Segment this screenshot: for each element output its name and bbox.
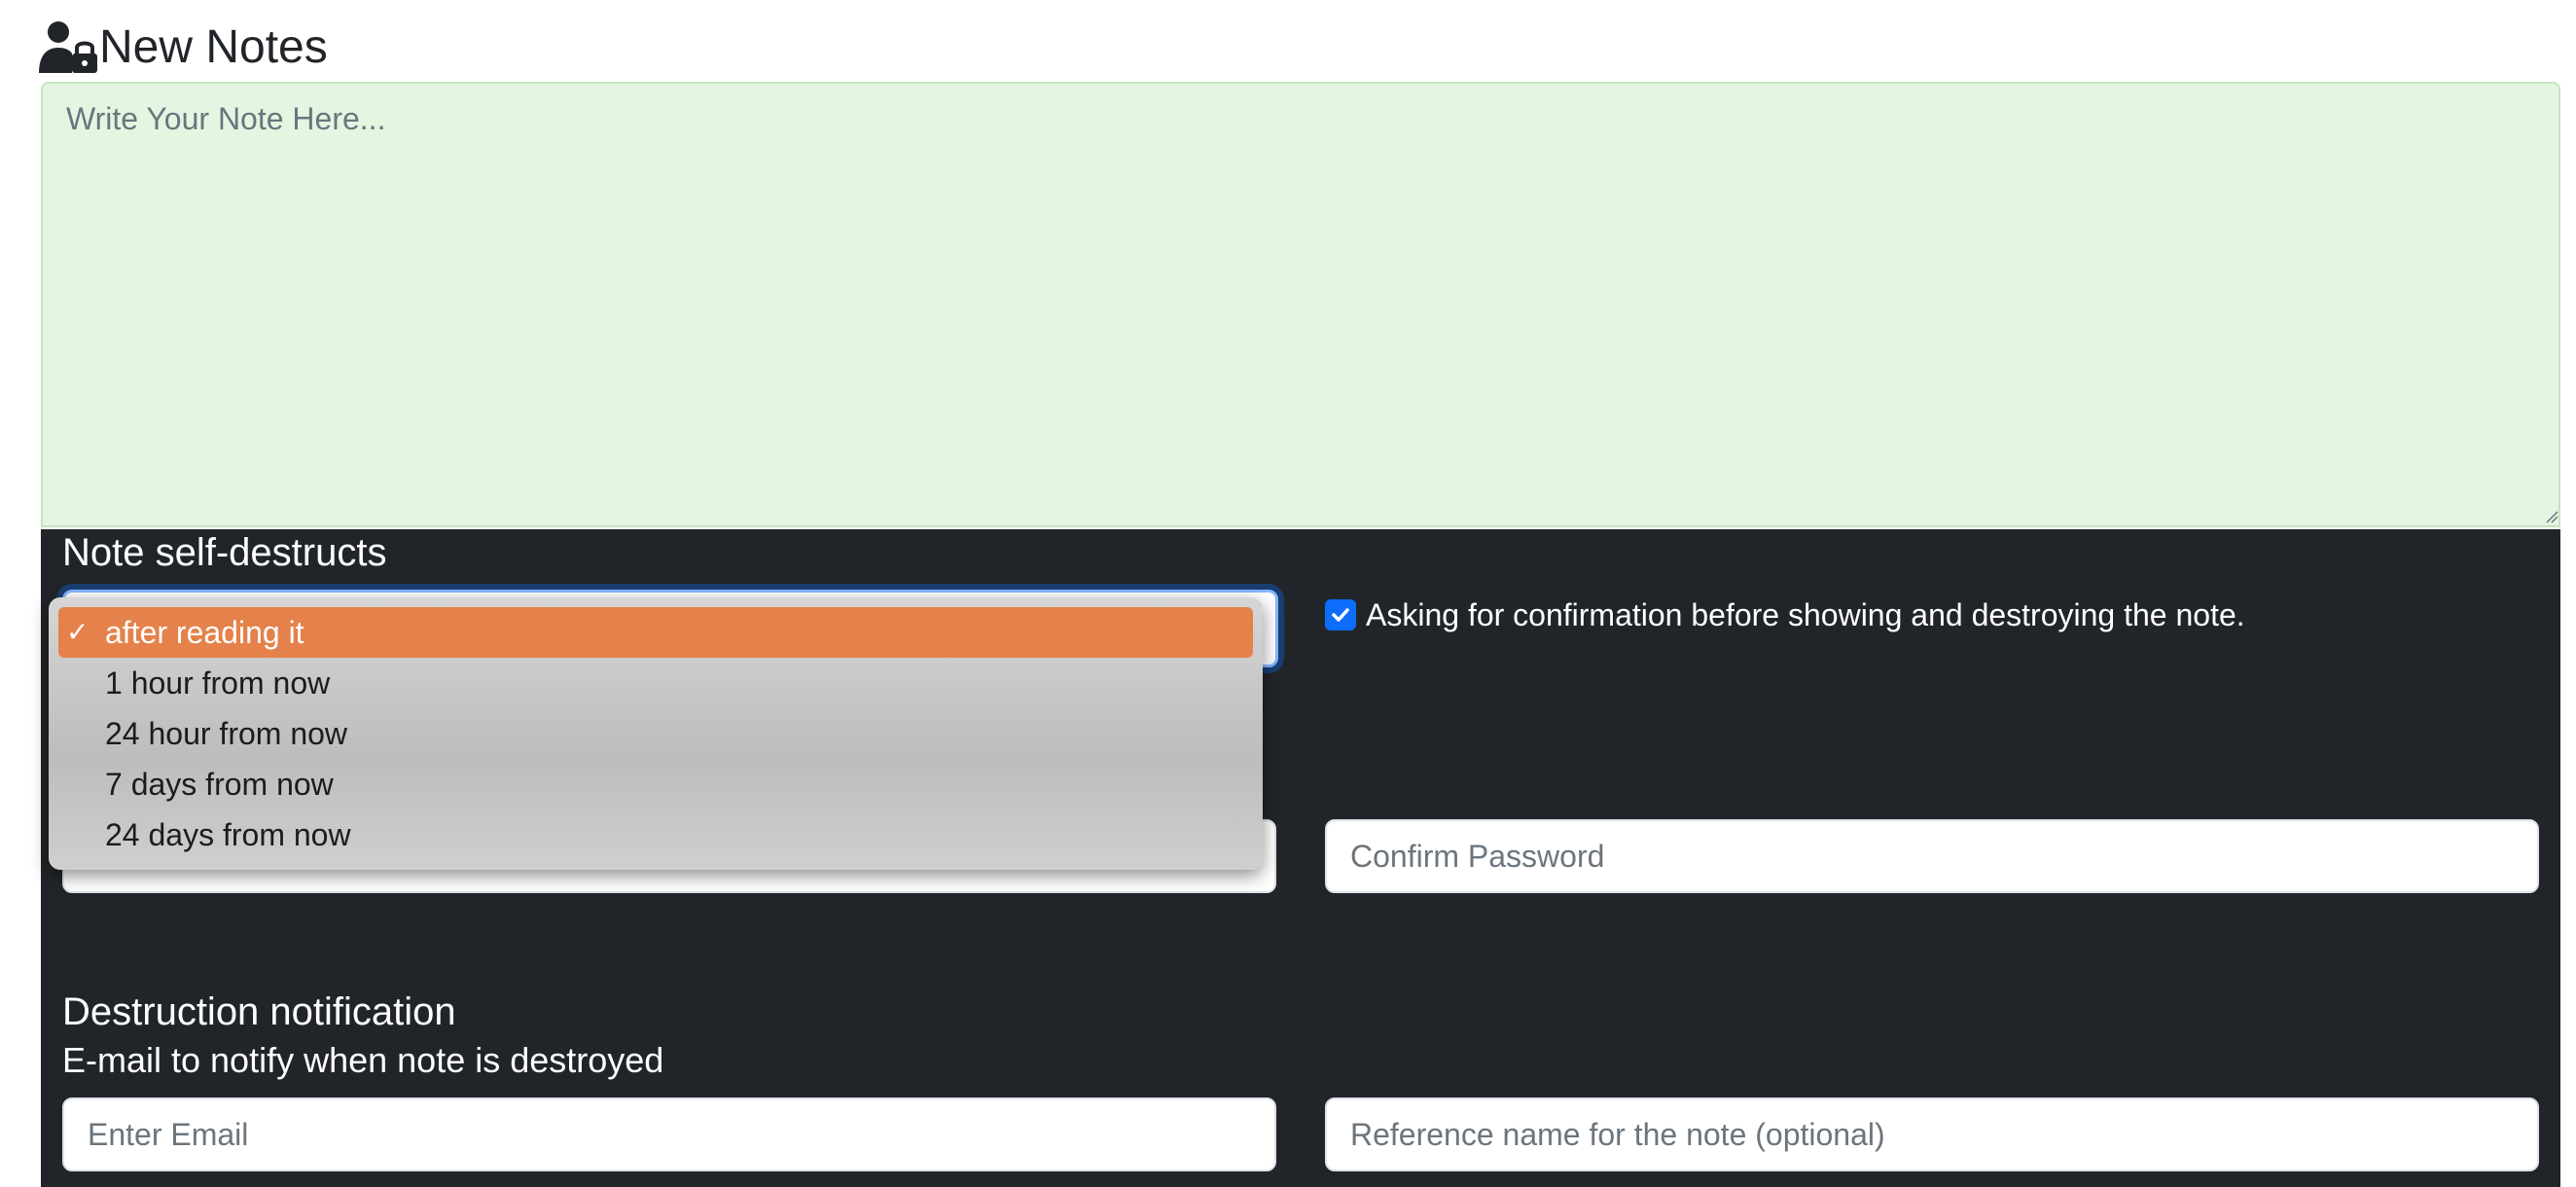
confirm-checkbox-row[interactable]: Asking for confirmation before showing a… xyxy=(1325,595,2245,634)
destruction-notification-heading: Destruction notification xyxy=(62,990,456,1033)
resize-grip-icon[interactable] xyxy=(2545,510,2558,523)
option-label: 24 hour from now xyxy=(105,716,348,751)
user-lock-icon xyxy=(39,20,99,75)
page-title: New Notes xyxy=(99,21,328,73)
checkmark-icon: ✓ xyxy=(66,617,89,647)
option-label: after reading it xyxy=(105,615,304,650)
dropdown-option-1-hour[interactable]: 1 hour from now xyxy=(58,658,1253,708)
confirm-checkbox[interactable] xyxy=(1325,599,1356,630)
note-textarea[interactable] xyxy=(41,82,2560,527)
notify-email-subheading: E-mail to notify when note is destroyed xyxy=(62,1040,664,1080)
option-label: 1 hour from now xyxy=(105,665,331,701)
dropdown-option-7-days[interactable]: 7 days from now xyxy=(58,759,1253,809)
option-label: 24 days from now xyxy=(105,817,351,852)
check-icon xyxy=(1332,608,1349,622)
option-label: 7 days from now xyxy=(105,767,334,802)
new-note-page: New Notes Note self-destructs Asking for… xyxy=(0,0,2576,1187)
dropdown-option-24-days[interactable]: 24 days from now xyxy=(58,809,1253,860)
dropdown-option-after-reading[interactable]: ✓ after reading it xyxy=(58,607,1253,658)
self-destruct-dropdown-menu: ✓ after reading it 1 hour from now 24 ho… xyxy=(49,597,1263,870)
dropdown-option-24-hour[interactable]: 24 hour from now xyxy=(58,708,1253,759)
self-destruct-heading: Note self-destructs xyxy=(62,531,387,574)
confirm-password-field[interactable] xyxy=(1325,819,2539,893)
confirm-label: Asking for confirmation before showing a… xyxy=(1366,596,2245,632)
reference-name-field[interactable] xyxy=(1325,1097,2539,1171)
page-header: New Notes xyxy=(39,18,328,78)
notify-email-field[interactable] xyxy=(62,1097,1276,1171)
